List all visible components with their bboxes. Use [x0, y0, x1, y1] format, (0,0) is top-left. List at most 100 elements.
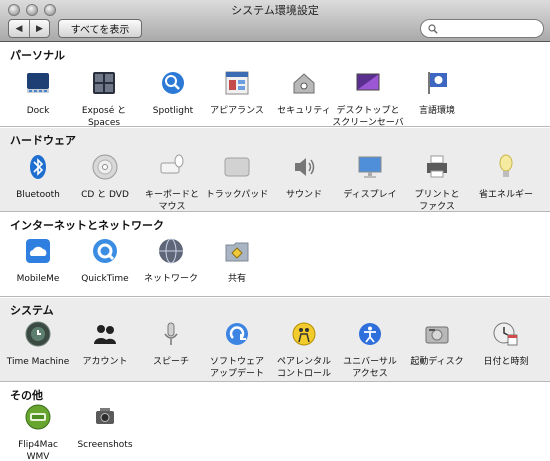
pane-label: プリントと ファクス [414, 190, 460, 212]
screenshots-icon [96, 408, 114, 424]
print-fax-icon [427, 155, 447, 178]
pane-label: アピアランス [210, 106, 264, 116]
pane-label: ユニバーサル アクセス [343, 357, 397, 379]
pane-label: ディスプレイ [343, 190, 397, 200]
pane-print-fax[interactable]: プリントと ファクス [399, 153, 475, 213]
pane-trackpad[interactable]: トラックパッド [199, 153, 275, 201]
pane-startup-disk[interactable]: 起動ディスク [399, 320, 475, 368]
section-title: ハードウェア [10, 134, 76, 147]
pane-label: CD と DVD [81, 190, 129, 200]
pane-parental-controls[interactable]: ペアレンタル コントロール [266, 320, 342, 380]
pane-language[interactable]: 言語環境 [399, 69, 475, 117]
section-hardware: ハードウェア Bluetooth CD と DVD キーボードと マウス トラッ… [0, 128, 550, 212]
pane-energy-saver[interactable]: 省エネルギー [468, 153, 544, 201]
pane-label: スピーチ [152, 357, 189, 367]
pane-flip4mac[interactable]: Flip4Mac WMV [0, 403, 76, 461]
system-preferences-window: システム環境設定 ◀ ▶ すべてを表示 パーソナル Dock Exposé と … [0, 0, 550, 461]
section-title: その他 [10, 389, 43, 402]
startup-disk-icon [425, 326, 449, 344]
sharing-icon [225, 242, 249, 262]
mobileme-icon [26, 239, 50, 263]
pane-label: 起動ディスク [410, 357, 464, 367]
pane-display[interactable]: ディスプレイ [332, 153, 408, 201]
forward-button[interactable]: ▶ [28, 20, 49, 37]
pane-appearance[interactable]: アピアランス [199, 69, 275, 117]
search-field[interactable] [420, 19, 544, 38]
pane-label: 共有 [227, 274, 246, 284]
pane-expose-spaces[interactable]: Exposé と Spaces [66, 69, 142, 129]
section-internet-network: インターネットとネットワーク MobileMe QuickTime ネットワーク [0, 213, 550, 297]
pane-label: ペアレンタル コントロール [276, 357, 331, 379]
bluetooth-icon [30, 155, 46, 179]
pane-desktop-screensaver[interactable]: デスクトップと スクリーンセーバ [330, 69, 406, 129]
flip4mac-icon [25, 404, 51, 430]
display-icon [358, 156, 382, 178]
trackpad-icon [224, 157, 250, 177]
dock-icon [27, 73, 49, 93]
pane-label: QuickTime [81, 274, 129, 284]
pane-network[interactable]: ネットワーク [133, 237, 209, 285]
section-title: パーソナル [10, 49, 65, 62]
pane-universal-access[interactable]: ユニバーサル アクセス [332, 320, 408, 380]
show-all-button[interactable]: すべてを表示 [58, 19, 142, 38]
spotlight-icon [162, 72, 184, 94]
pane-time-machine[interactable]: Time Machine [0, 320, 76, 368]
pane-label: サウンド [285, 190, 322, 200]
language-icon [428, 72, 447, 94]
pane-label: 省エネルギー [478, 190, 533, 200]
expose-spaces-icon [93, 72, 115, 94]
pane-mobileme[interactable]: MobileMe [0, 237, 76, 285]
pane-label: Screenshots [77, 440, 133, 450]
pane-label: 言語環境 [418, 106, 455, 116]
pane-label: Dock [26, 106, 50, 116]
energy-saver-icon [499, 154, 513, 177]
pane-label: Flip4Mac WMV [18, 440, 58, 461]
pane-speech[interactable]: スピーチ [133, 320, 209, 368]
cd-dvd-icon [92, 154, 118, 180]
network-icon [159, 238, 183, 264]
section-personal: パーソナル Dock Exposé と Spaces Spotlight アピア… [0, 43, 550, 129]
pane-cd-dvd[interactable]: CD と DVD [67, 153, 143, 201]
pane-label: Exposé と Spaces [81, 106, 127, 128]
pane-software-update[interactable]: ソフトウェア アップデート [199, 320, 275, 380]
appearance-icon [225, 71, 249, 95]
quicktime-icon [93, 239, 117, 263]
forward-arrow-icon: ▶ [36, 23, 43, 34]
pane-label: 日付と時刻 [483, 357, 529, 367]
pane-screenshots[interactable]: Screenshots [67, 403, 143, 451]
toolbar: システム環境設定 ◀ ▶ すべてを表示 [0, 0, 550, 42]
back-button[interactable]: ◀ [9, 20, 29, 37]
pane-dock[interactable]: Dock [0, 69, 76, 117]
pane-bluetooth[interactable]: Bluetooth [0, 153, 76, 201]
sound-icon [295, 158, 315, 176]
section-system: システム Time Machine アカウント スピーチ ソフトウェア アップデ… [0, 298, 550, 382]
date-time-icon [493, 322, 518, 346]
pane-date-time[interactable]: 日付と時刻 [468, 320, 544, 368]
pane-label: MobileMe [16, 274, 60, 284]
keyboard-mouse-icon [160, 154, 184, 174]
pane-label: アカウント [82, 357, 128, 367]
speech-icon [164, 322, 178, 345]
section-title: インターネットとネットワーク [10, 219, 164, 232]
section-other: その他 Flip4Mac WMV Screenshots [0, 383, 550, 461]
pane-label: ソフトウェア アップデート [209, 357, 264, 379]
time-machine-icon [25, 321, 51, 347]
section-title: システム [10, 304, 54, 317]
pane-label: Time Machine [6, 357, 70, 367]
search-icon [428, 24, 438, 34]
back-forward-control: ◀ ▶ [8, 19, 50, 38]
pane-label: Bluetooth [16, 190, 60, 200]
pane-accounts[interactable]: アカウント [67, 320, 143, 368]
security-icon [293, 73, 315, 94]
back-arrow-icon: ◀ [15, 23, 23, 34]
software-update-icon [226, 323, 248, 345]
pane-sound[interactable]: サウンド [266, 153, 342, 201]
pane-label: トラックパッド [205, 190, 269, 200]
pane-sharing[interactable]: 共有 [199, 237, 275, 285]
desktop-screensaver-icon [356, 73, 380, 91]
parental-controls-icon [292, 322, 316, 346]
pane-label: デスクトップと スクリーンセーバ [332, 106, 404, 128]
universal-access-icon [359, 323, 381, 345]
pane-quicktime[interactable]: QuickTime [67, 237, 143, 285]
accounts-icon [94, 325, 116, 344]
